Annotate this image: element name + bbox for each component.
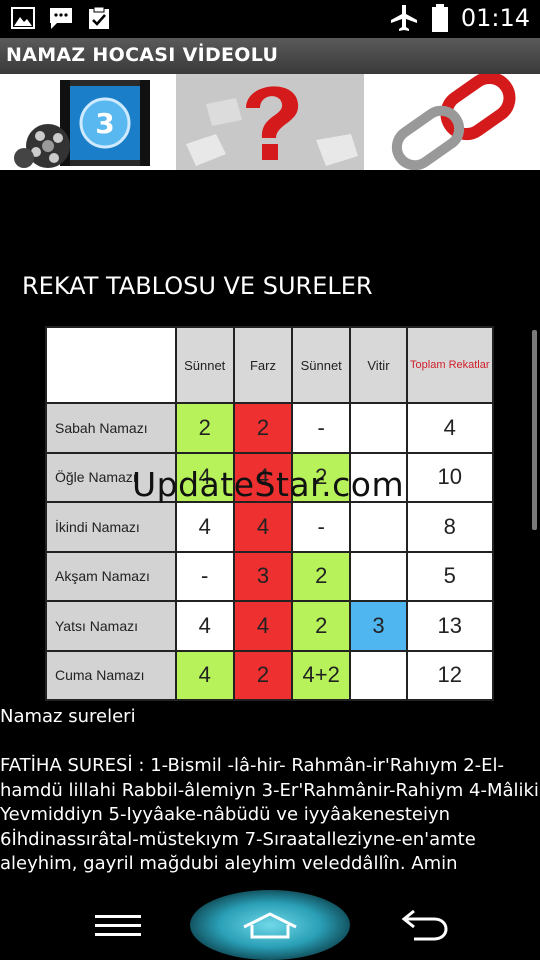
table-cell: 5 <box>405 550 495 602</box>
banner: 3 <box>0 74 540 170</box>
banner-quiz-tile[interactable] <box>176 74 364 170</box>
airplane-mode-icon <box>390 5 417 31</box>
table-row-label: Akşam Namazı <box>45 550 177 602</box>
back-button[interactable] <box>392 906 452 946</box>
status-system: 01:14 <box>389 3 530 33</box>
table-cell: 4 <box>174 501 235 553</box>
film-reel-icon: 3 <box>14 80 150 168</box>
content-area[interactable]: REKAT TABLOSU VE SURELER Sünnet Farz Sün… <box>0 170 540 890</box>
fatiha-text: FATİHA SURESİ : 1-Bismil -lâ-hir- Rahmân… <box>0 755 539 874</box>
table-row: Cuma Namazı 4 2 4+2 12 <box>45 649 495 701</box>
table-cell <box>349 550 408 602</box>
table-header-cell: Farz <box>232 326 294 404</box>
table-cell: 13 <box>405 600 495 652</box>
app-title-bar: NAMAZ HOCASI VİDEOLU <box>0 38 540 74</box>
table-row-label: Yatsı Namazı <box>45 600 177 652</box>
table-cell: 2 <box>174 402 235 454</box>
chain-link-icon <box>391 74 516 170</box>
banner-video-tile[interactable]: 3 <box>0 74 176 170</box>
banner-link-tile[interactable] <box>364 74 540 170</box>
clipboard-check-icon <box>89 6 109 29</box>
rekat-table-image: Sünnet Farz Sünnet Vitir Toplam Rekatlar… <box>45 326 495 701</box>
table-cell: 2 <box>291 550 352 602</box>
scrollbar[interactable] <box>532 330 537 530</box>
table-header-cell: Sünnet <box>174 326 235 404</box>
table-cell: 12 <box>405 649 495 701</box>
home-button[interactable] <box>240 906 300 946</box>
table-cell: 2 <box>232 402 294 454</box>
table-cell: 3 <box>349 600 408 652</box>
table-header-cell: Sünnet <box>291 326 352 404</box>
table-header-row: Sünnet Farz Sünnet Vitir Toplam Rekatlar <box>45 326 495 404</box>
home-icon <box>243 912 297 939</box>
table-cell <box>349 649 408 701</box>
rekat-table: Sünnet Farz Sünnet Vitir Toplam Rekatlar… <box>45 326 495 701</box>
table-cell: - <box>174 550 235 602</box>
table-cell <box>349 501 408 553</box>
table-cell <box>349 402 408 454</box>
table-row-label: İkindi Namazı <box>45 501 177 553</box>
table-cell: 10 <box>405 451 495 503</box>
navigation-bar <box>0 890 540 960</box>
table-header-cell: Vitir <box>349 326 408 404</box>
status-notifications <box>10 5 112 31</box>
message-icon <box>50 8 72 29</box>
watermark-text: UpdateStar.com <box>132 465 405 504</box>
app-title: NAMAZ HOCASI VİDEOLU <box>6 44 279 66</box>
table-row: İkindi Namazı 4 4 - 8 <box>45 501 495 553</box>
table-cell: 4 <box>174 649 235 701</box>
table-cell: - <box>291 402 352 454</box>
table-cell: 4 <box>405 402 495 454</box>
table-row: Yatsı Namazı 4 4 2 3 13 <box>45 600 495 652</box>
gallery-icon <box>11 7 35 29</box>
battery-icon <box>431 4 448 32</box>
table-cell: 4 <box>174 600 235 652</box>
table-header-cell: Toplam Rekatlar <box>405 326 495 404</box>
menu-button[interactable] <box>88 906 148 946</box>
menu-icon <box>95 915 141 936</box>
table-cell: 2 <box>232 649 294 701</box>
table-cell: 4 <box>232 501 294 553</box>
table-cell: 4+2 <box>291 649 352 701</box>
question-mark-icon <box>176 74 364 170</box>
table-row-label: Cuma Namazı <box>45 649 177 701</box>
page-heading: REKAT TABLOSU VE SURELER <box>22 272 373 300</box>
status-time: 01:14 <box>460 4 530 32</box>
table-cell: 3 <box>232 550 294 602</box>
table-cell: 2 <box>291 600 352 652</box>
svg-text:3: 3 <box>95 107 114 140</box>
back-icon <box>401 909 448 941</box>
table-row-label: Sabah Namazı <box>45 402 177 454</box>
table-row: Akşam Namazı - 3 2 5 <box>45 550 495 602</box>
status-bar: 01:14 <box>0 0 540 38</box>
table-row: Sabah Namazı 2 2 - 4 <box>45 402 495 454</box>
table-cell: - <box>291 501 352 553</box>
table-cell: 8 <box>405 501 495 553</box>
table-header-cell <box>45 326 177 404</box>
section-subheading: Namaz sureleri <box>0 706 136 727</box>
table-cell: 4 <box>232 600 294 652</box>
